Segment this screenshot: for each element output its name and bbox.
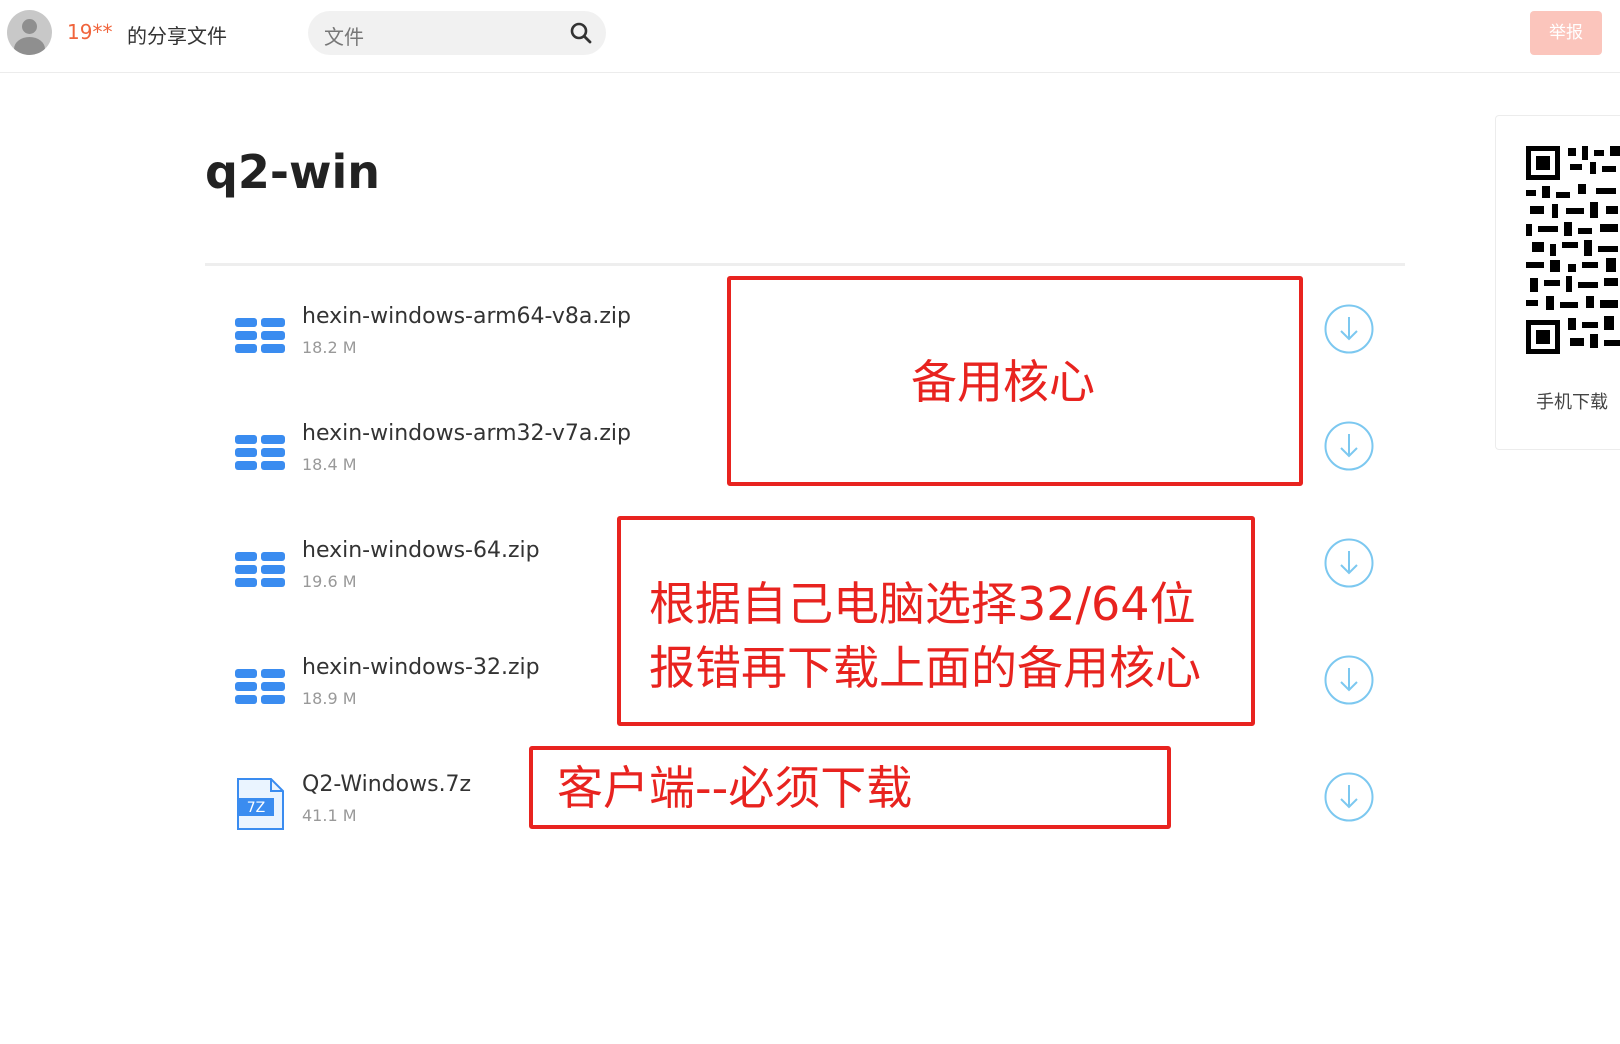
7z-file-icon: 7Z: [237, 778, 284, 830]
avatar[interactable]: [7, 10, 52, 55]
qr-card: 手机下载: [1495, 115, 1620, 450]
file-name[interactable]: Q2-Windows.7z: [302, 772, 471, 797]
file-name[interactable]: hexin-windows-arm64-v8a.zip: [302, 304, 631, 329]
search-input[interactable]: 文件: [324, 21, 364, 50]
7z-badge: 7Z: [247, 800, 266, 816]
annotation-client: 客户端--必须下载: [557, 761, 913, 815]
avatar-body: [14, 37, 45, 55]
file-name[interactable]: hexin-windows-arm32-v7a.zip: [302, 421, 631, 446]
qr-code-icon: [1526, 146, 1620, 354]
zip-file-icon: [235, 669, 285, 704]
report-button[interactable]: 举报: [1530, 11, 1602, 55]
download-icon[interactable]: [1324, 655, 1374, 705]
share-label: 的分享文件: [127, 24, 227, 48]
search-icon[interactable]: [569, 21, 593, 45]
annotation-choose-line1: 根据自己电脑选择32/64位: [649, 577, 1196, 631]
qr-label: 手机下载: [1536, 392, 1608, 413]
annotation-choose-line2: 报错再下载上面的备用核心: [649, 641, 1201, 695]
download-icon[interactable]: [1324, 772, 1374, 822]
file-name[interactable]: hexin-windows-32.zip: [302, 655, 540, 680]
annotation-backup-core: 备用核心: [911, 355, 1095, 409]
page-title: q2-win: [205, 145, 381, 199]
zip-file-icon: [235, 435, 285, 470]
annotation-box-choose: 根据自己电脑选择32/64位 报错再下载上面的备用核心: [617, 516, 1255, 726]
zip-file-icon: [235, 552, 285, 587]
file-size: 19.6 M: [302, 572, 357, 591]
search-box[interactable]: 文件: [308, 11, 606, 55]
file-size: 18.2 M: [302, 338, 357, 357]
download-icon[interactable]: [1324, 538, 1374, 588]
file-size: 18.9 M: [302, 689, 357, 708]
zip-file-icon: [235, 318, 285, 353]
download-icon[interactable]: [1324, 421, 1374, 471]
file-size: 18.4 M: [302, 455, 357, 474]
file-name[interactable]: hexin-windows-64.zip: [302, 538, 540, 563]
username[interactable]: 19**: [67, 20, 112, 44]
file-size: 41.1 M: [302, 806, 357, 825]
divider: [205, 263, 1405, 266]
top-header: 19** 的分享文件 文件 举报: [0, 0, 1620, 73]
annotation-box-client: 客户端--必须下载: [529, 746, 1171, 829]
avatar-head: [22, 19, 37, 34]
annotation-box-backup-core: 备用核心: [727, 276, 1303, 486]
download-icon[interactable]: [1324, 304, 1374, 354]
